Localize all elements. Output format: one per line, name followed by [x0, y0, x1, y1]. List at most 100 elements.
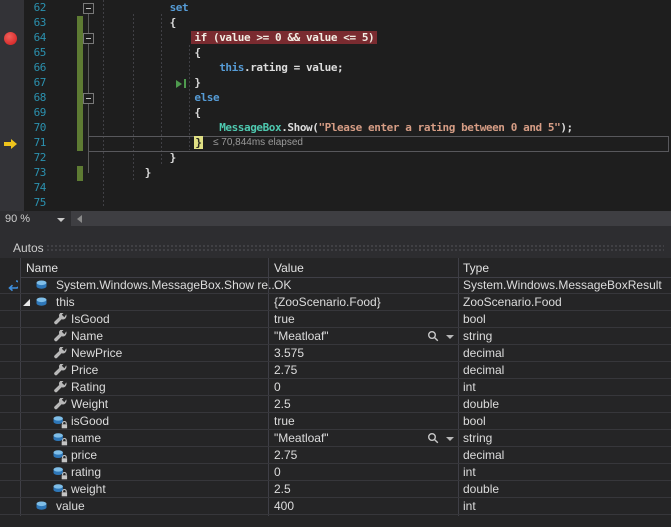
variable-value[interactable]: 400	[274, 499, 294, 513]
variable-type: bool	[463, 414, 486, 428]
variable-value[interactable]: 0	[274, 380, 281, 394]
code-line-71[interactable]: 71}≤ 70,844ms elapsed	[0, 136, 671, 151]
autos-row-system-windows-messagebox-show-re-[interactable]: System.Windows.MessageBox.Show re...OKSy…	[0, 277, 671, 294]
line-number: 69	[18, 106, 46, 119]
column-header-value[interactable]: Value	[274, 261, 304, 275]
autos-panel: Autos Name Value Type System.Windows.Mes…	[0, 237, 671, 527]
variable-name: value	[56, 499, 85, 513]
fold-collapse-icon[interactable]	[83, 3, 94, 14]
chevron-down-icon[interactable]	[446, 335, 454, 339]
variable-name: Price	[71, 363, 98, 377]
variable-type: int	[463, 499, 476, 513]
variable-name: isGood	[71, 414, 109, 428]
variable-value[interactable]: OK	[274, 278, 291, 292]
code-text: MessageBox.Show("Please enter a rating b…	[219, 121, 573, 134]
variable-value[interactable]: 0	[274, 465, 281, 479]
autos-titlebar[interactable]: Autos	[0, 237, 671, 258]
titlebar-grip-dots	[46, 244, 664, 252]
horizontal-scrollbar[interactable]	[71, 211, 671, 226]
zoom-level-dropdown[interactable]: 90 %	[0, 211, 70, 227]
variable-value[interactable]: 2.5	[274, 482, 291, 496]
run-to-here-icon[interactable]	[176, 80, 182, 88]
autos-row-isgood[interactable]: isGood true bool	[0, 413, 671, 430]
variable-value[interactable]: 2.5	[274, 397, 291, 411]
autos-row-name[interactable]: name "Meatloaf" string	[0, 430, 671, 447]
property-icon	[54, 330, 67, 346]
field-icon	[35, 500, 48, 515]
column-header-type[interactable]: Type	[463, 261, 489, 275]
variable-type: string	[463, 431, 492, 445]
variable-name: NewPrice	[71, 346, 122, 360]
autos-row-price[interactable]: Price 2.75 decimal	[0, 362, 671, 379]
variable-type: int	[463, 380, 476, 394]
variable-value[interactable]: {ZooScenario.Food}	[274, 295, 381, 309]
code-line-65[interactable]: 65 {	[0, 46, 671, 61]
text-visualizer-magnifier-icon[interactable]	[427, 432, 440, 448]
variable-name: Weight	[71, 397, 108, 411]
variable-name: System.Windows.MessageBox.Show re...	[56, 278, 278, 292]
line-number: 62	[18, 1, 46, 14]
scroll-left-icon[interactable]	[77, 215, 82, 223]
line-number: 66	[18, 61, 46, 74]
variable-type: double	[463, 482, 499, 496]
code-line-75[interactable]: 75	[0, 196, 671, 211]
code-line-68[interactable]: 68else	[0, 91, 671, 106]
autos-row-value[interactable]: value 400 int	[0, 498, 671, 515]
autos-row-weight[interactable]: weight2.5double	[0, 481, 671, 498]
variable-value[interactable]: true	[274, 414, 295, 428]
column-header-name[interactable]: Name	[26, 261, 58, 275]
code-text: {	[194, 46, 200, 59]
perf-tip[interactable]: ≤ 70,844ms elapsed	[213, 137, 303, 148]
variable-value[interactable]: 3.575	[274, 346, 304, 360]
variable-name: price	[71, 448, 97, 462]
line-number: 70	[18, 121, 46, 134]
autos-row-weight[interactable]: Weight2.5double	[0, 396, 671, 413]
code-line-64[interactable]: 64if (value >= 0 && value <= 5)	[0, 31, 671, 46]
property-icon	[54, 381, 67, 397]
autos-row-newprice[interactable]: NewPrice3.575decimal	[0, 345, 671, 362]
autos-row-isgood[interactable]: IsGoodtruebool	[0, 311, 671, 328]
variable-value[interactable]: "Meatloaf"	[274, 329, 329, 343]
field-icon	[35, 296, 48, 311]
autos-row-rating[interactable]: Rating 0 int	[0, 379, 671, 396]
code-text: }	[194, 76, 200, 89]
autos-row-price[interactable]: price2.75decimal	[0, 447, 671, 464]
code-line-73[interactable]: 73}	[0, 166, 671, 181]
code-text: if (value >= 0 && value <= 5)	[194, 31, 374, 44]
code-editor[interactable]: 62set63{64if (value >= 0 && value <= 5)6…	[0, 0, 671, 211]
code-line-74[interactable]: 74	[0, 181, 671, 196]
change-tracking-bar	[77, 166, 83, 181]
variable-type: ZooScenario.Food	[463, 295, 562, 309]
vs-debugger-window: 62set63{64if (value >= 0 && value <= 5)6…	[0, 0, 671, 527]
variable-type: decimal	[463, 363, 504, 377]
property-icon	[54, 364, 67, 380]
variable-value[interactable]: 2.75	[274, 448, 297, 462]
code-line-67[interactable]: 67}	[0, 76, 671, 91]
expander-expanded-icon[interactable]	[23, 299, 30, 306]
variable-name: name	[71, 431, 101, 445]
fold-collapse-icon[interactable]	[83, 33, 94, 44]
autos-row-rating[interactable]: rating0int	[0, 464, 671, 481]
variable-name: Rating	[71, 380, 106, 394]
change-tracking-bar	[77, 16, 83, 31]
chevron-down-icon[interactable]	[446, 437, 454, 441]
code-line-63[interactable]: 63{	[0, 16, 671, 31]
field-icon	[35, 279, 48, 294]
code-line-66[interactable]: 66 this.rating = value;	[0, 61, 671, 76]
variable-name: IsGood	[71, 312, 110, 326]
autos-row-this[interactable]: this{ZooScenario.Food}ZooScenario.Food	[0, 294, 671, 311]
code-text: this.rating = value;	[219, 61, 343, 74]
variable-value[interactable]: true	[274, 312, 295, 326]
variable-value[interactable]: "Meatloaf"	[274, 431, 329, 445]
autos-row-name[interactable]: Name"Meatloaf"string	[0, 328, 671, 345]
text-visualizer-magnifier-icon[interactable]	[427, 330, 440, 346]
variable-value[interactable]: 2.75	[274, 363, 297, 377]
code-line-62[interactable]: 62set	[0, 1, 671, 16]
fold-collapse-icon[interactable]	[83, 93, 94, 104]
code-line-72[interactable]: 72}	[0, 151, 671, 166]
variable-type: int	[463, 465, 476, 479]
line-number: 65	[18, 46, 46, 59]
code-line-70[interactable]: 70 MessageBox.Show("Please enter a rating…	[0, 121, 671, 136]
code-line-69[interactable]: 69{	[0, 106, 671, 121]
breakpoint-icon[interactable]	[4, 32, 17, 45]
